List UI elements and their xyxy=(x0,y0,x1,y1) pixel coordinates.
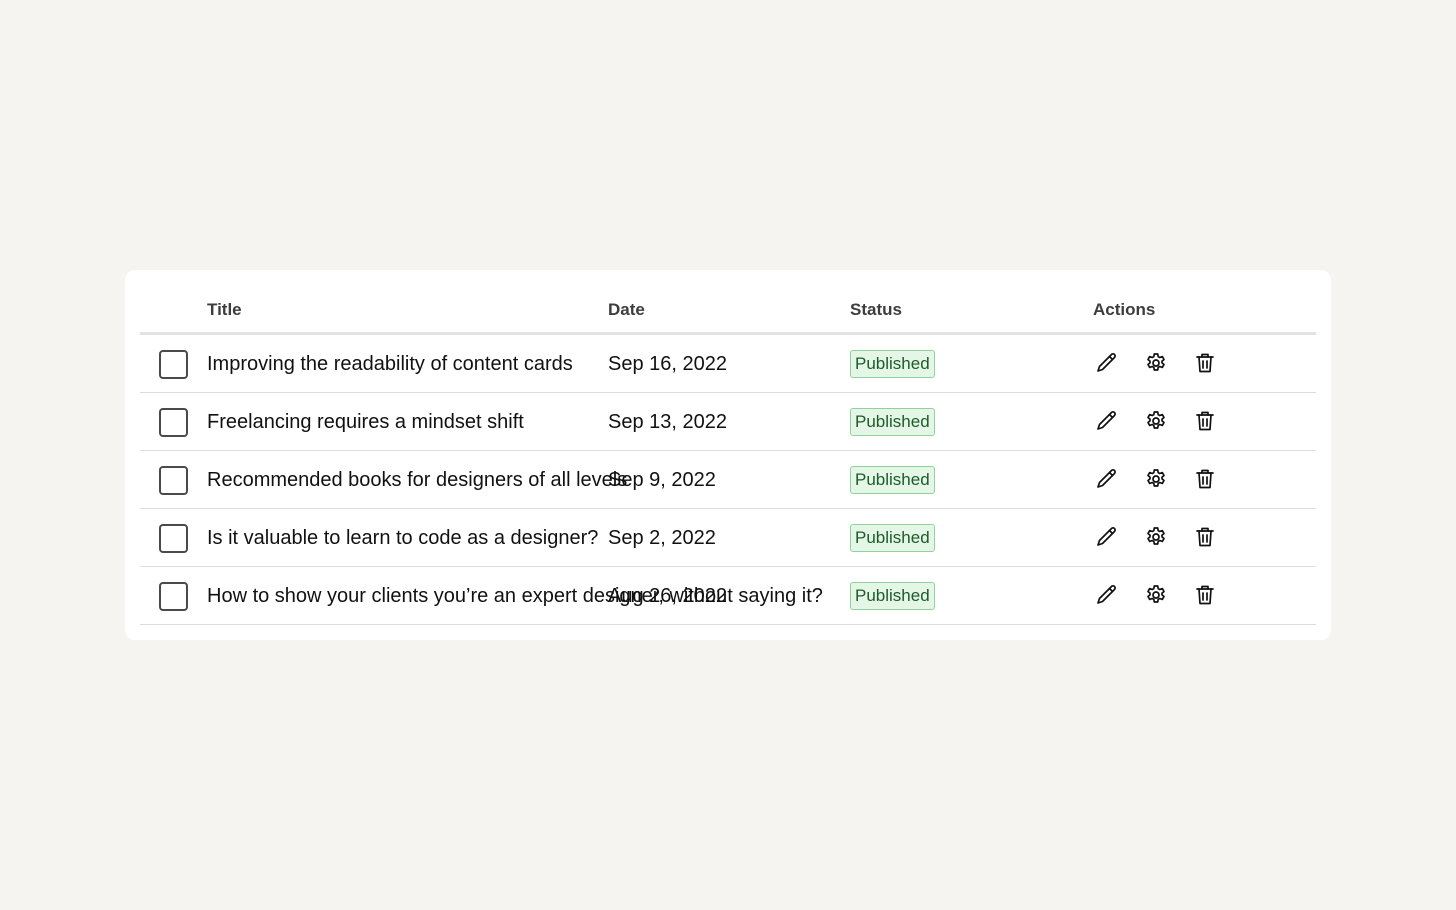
column-header-actions: Actions xyxy=(1093,300,1156,319)
row-date: Sep 16, 2022 xyxy=(608,353,727,375)
row-date: Sep 13, 2022 xyxy=(608,411,727,433)
delete-button[interactable] xyxy=(1191,523,1219,551)
row-title: Freelancing requires a mindset shift xyxy=(207,411,524,433)
trash-icon xyxy=(1196,469,1214,489)
pencil-icon xyxy=(1097,469,1116,488)
column-header-date: Date xyxy=(608,300,645,319)
trash-icon xyxy=(1196,411,1214,431)
table-row: Freelancing requires a mindset shift Sep… xyxy=(140,393,1316,451)
row-checkbox[interactable] xyxy=(159,524,188,553)
column-header-title: Title xyxy=(207,300,242,319)
row-title: Is it valuable to learn to code as a des… xyxy=(207,527,599,549)
status-badge: Published xyxy=(850,524,935,552)
row-checkbox[interactable] xyxy=(159,582,188,611)
status-badge: Published xyxy=(850,582,935,610)
row-title: Recommended books for designers of all l… xyxy=(207,469,628,491)
articles-card: Title Date Status Actions Improving the … xyxy=(125,270,1331,640)
gear-icon xyxy=(1147,411,1165,429)
delete-button[interactable] xyxy=(1191,581,1219,609)
pencil-icon xyxy=(1097,411,1116,430)
edit-button[interactable] xyxy=(1093,407,1121,435)
row-checkbox[interactable] xyxy=(159,408,188,437)
column-header-status: Status xyxy=(850,300,902,319)
pencil-icon xyxy=(1097,527,1116,546)
row-title: How to show your clients you’re an exper… xyxy=(207,585,823,607)
status-badge: Published xyxy=(850,350,935,378)
table-row: Recommended books for designers of all l… xyxy=(140,451,1316,509)
table-row: Is it valuable to learn to code as a des… xyxy=(140,509,1316,567)
table-row: Improving the readability of content car… xyxy=(140,335,1316,393)
settings-button[interactable] xyxy=(1142,465,1170,493)
table-header: Title Date Status Actions xyxy=(140,288,1316,335)
trash-icon xyxy=(1196,585,1214,605)
row-date: Sep 9, 2022 xyxy=(608,469,716,491)
table-row: How to show your clients you’re an exper… xyxy=(140,567,1316,625)
row-date: Sep 2, 2022 xyxy=(608,527,716,549)
edit-button[interactable] xyxy=(1093,349,1121,377)
delete-button[interactable] xyxy=(1191,465,1219,493)
status-badge: Published xyxy=(850,466,935,494)
trash-icon xyxy=(1196,353,1214,373)
settings-button[interactable] xyxy=(1142,523,1170,551)
settings-button[interactable] xyxy=(1142,407,1170,435)
pencil-icon xyxy=(1097,585,1116,604)
edit-button[interactable] xyxy=(1093,581,1121,609)
settings-button[interactable] xyxy=(1142,581,1170,609)
gear-icon xyxy=(1147,353,1165,371)
row-checkbox[interactable] xyxy=(159,466,188,495)
edit-button[interactable] xyxy=(1093,465,1121,493)
delete-button[interactable] xyxy=(1191,407,1219,435)
edit-button[interactable] xyxy=(1093,523,1121,551)
gear-icon xyxy=(1147,469,1165,487)
articles-table: Title Date Status Actions Improving the … xyxy=(140,288,1316,625)
row-title: Improving the readability of content car… xyxy=(207,353,573,375)
settings-button[interactable] xyxy=(1142,349,1170,377)
gear-icon xyxy=(1147,527,1165,545)
status-badge: Published xyxy=(850,408,935,436)
trash-icon xyxy=(1196,527,1214,547)
gear-icon xyxy=(1147,585,1165,603)
row-date: Aug 26, 2022 xyxy=(608,585,727,607)
delete-button[interactable] xyxy=(1191,349,1219,377)
pencil-icon xyxy=(1097,353,1116,372)
row-checkbox[interactable] xyxy=(159,350,188,379)
